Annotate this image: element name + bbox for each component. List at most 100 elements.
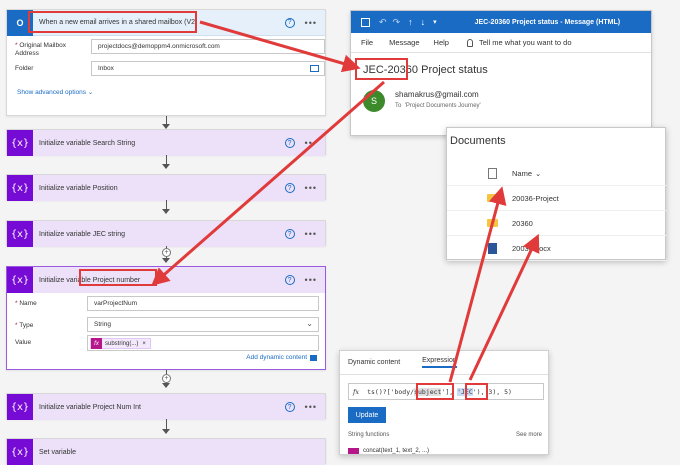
project-number-highlight-box: [79, 269, 157, 286]
step-title: Initialize variable Position: [39, 184, 118, 192]
step-title: Set variable: [39, 448, 76, 456]
up-arrow-icon[interactable]: ↑: [408, 17, 413, 27]
step-card-project-number[interactable]: {x} Initialize variable Project number ?…: [6, 266, 326, 370]
help-icon[interactable]: ?: [284, 138, 295, 148]
outlook-titlebar: ↶ ↷ ↑ ↓ ▾ JEC-20360 Project status - Mes…: [351, 11, 651, 33]
step-card-position[interactable]: {x} Initialize variable Position ? •••: [6, 174, 326, 201]
tell-me-input[interactable]: Tell me what you want to do: [479, 38, 572, 47]
undo-icon[interactable]: ↶: [379, 17, 387, 28]
type-select[interactable]: String ⌄: [87, 317, 319, 332]
menu-help[interactable]: Help: [434, 38, 449, 47]
menu-file[interactable]: File: [361, 38, 373, 47]
help-icon[interactable]: ?: [284, 402, 295, 412]
mailbox-input[interactable]: projectdocs@demoppm4.onmicrosoft.com: [91, 39, 325, 54]
word-document-icon: [488, 242, 497, 254]
more-options-icon[interactable]: •••: [305, 229, 317, 239]
folder-icon: [487, 219, 498, 227]
variable-icon: {x}: [7, 394, 33, 420]
close-icon[interactable]: ×: [142, 341, 146, 347]
step-card-project-num-int[interactable]: {x} Initialize variable Project Num Int …: [6, 393, 326, 420]
type-value: String: [94, 321, 111, 328]
down-arrow-icon[interactable]: ↓: [421, 17, 426, 27]
dynamic-content-panel: Dynamic content Expression fx ts()?['body…: [339, 350, 549, 455]
outlook-menu: File Message Help Tell me what you want …: [351, 33, 651, 53]
help-icon[interactable]: ?: [284, 275, 295, 285]
mailbox-label: * Original Mailbox Address: [15, 42, 66, 57]
step-title: Initialize variable Search String: [39, 139, 136, 147]
list-item[interactable]: concat(text_1, text_2, ...): [348, 448, 429, 454]
update-button[interactable]: Update: [348, 407, 386, 423]
jec-expression-highlight-box: [465, 383, 488, 400]
redo-icon[interactable]: ↷: [393, 17, 401, 28]
string-functions-header: String functions See more: [348, 432, 542, 438]
chevron-down-icon: ⌄: [535, 168, 542, 178]
documents-header-row: Name ⌄: [447, 161, 667, 186]
folder-icon: [487, 194, 498, 202]
folder-value: Inbox: [98, 65, 114, 72]
avatar: S: [363, 90, 385, 112]
see-more-link[interactable]: See more: [516, 432, 542, 438]
more-options-icon[interactable]: •••: [305, 18, 317, 28]
folder-input[interactable]: Inbox: [91, 61, 325, 76]
show-advanced-link[interactable]: Show advanced options ⌄: [17, 88, 93, 96]
add-dynamic-content-link[interactable]: Add dynamic content: [246, 354, 317, 361]
help-icon[interactable]: ?: [284, 183, 295, 193]
variable-icon: {x}: [7, 221, 33, 247]
step-title: Initialize variable JEC string: [39, 230, 125, 238]
help-icon[interactable]: ?: [284, 17, 295, 28]
save-icon[interactable]: [361, 17, 370, 27]
chevron-down-icon: ⌄: [87, 89, 94, 96]
type-row: * Type: [15, 322, 34, 329]
function-icon: [348, 448, 359, 454]
insert-step-button[interactable]: +: [162, 248, 171, 257]
list-item[interactable]: 20036.docx: [447, 236, 667, 261]
expression-token[interactable]: fx substring(...) ×: [90, 338, 151, 349]
customize-icon[interactable]: ▾: [433, 18, 437, 26]
step-card-jec-string[interactable]: {x} Initialize variable JEC string ? •••: [6, 220, 326, 247]
more-options-icon[interactable]: •••: [305, 402, 317, 412]
menu-message[interactable]: Message: [389, 38, 419, 47]
insert-step-button[interactable]: +: [162, 374, 171, 383]
step-title: Initialize variable Project number: [39, 276, 141, 284]
documents-window: Documents Name ⌄ 20036-Project 20360 200…: [446, 127, 667, 261]
subject-highlight-box: [355, 58, 408, 80]
file-type-icon: [488, 167, 497, 179]
connector-arrow: [162, 429, 170, 434]
connector-arrow: [162, 209, 170, 214]
variable-icon: {x}: [7, 130, 33, 156]
name-column-header[interactable]: Name: [512, 169, 532, 178]
value-row: Value: [15, 339, 85, 347]
variable-icon: {x}: [7, 267, 33, 293]
tab-expression[interactable]: Expression: [422, 357, 457, 368]
sender-address: shamakrus@gmail.com: [395, 90, 479, 99]
documents-title: Documents: [450, 135, 506, 147]
step-card-search-string[interactable]: {x} Initialize variable Search String ? …: [6, 129, 326, 156]
more-options-icon[interactable]: •••: [305, 138, 317, 148]
tab-dynamic-content[interactable]: Dynamic content: [348, 359, 400, 366]
more-options-icon[interactable]: •••: [305, 275, 317, 285]
dynamic-content-icon: [310, 354, 317, 361]
name-input[interactable]: varProjectNum: [87, 296, 319, 311]
subject-expression-highlight-box: [416, 383, 454, 400]
mailbox-row: * Original Mailbox Address: [15, 42, 85, 58]
more-options-icon[interactable]: •••: [305, 183, 317, 193]
step-title: Initialize variable Project Num Int: [39, 403, 141, 411]
step-card-set-variable[interactable]: {x} Set variable: [6, 438, 326, 465]
connector-arrow: [162, 383, 170, 388]
variable-icon: {x}: [7, 175, 33, 201]
list-item[interactable]: 20360: [447, 211, 667, 236]
window-title: JEC-20360 Project status - Message (HTML…: [474, 18, 621, 26]
type-label: Type: [19, 322, 34, 329]
name-label: Name: [19, 300, 37, 307]
help-icon[interactable]: ?: [284, 229, 295, 239]
chevron-down-icon: ⌄: [306, 319, 313, 328]
connector-arrow: [162, 258, 170, 263]
lightbulb-icon: [466, 38, 473, 47]
function-icon: fx: [353, 388, 360, 396]
function-icon: fx: [91, 338, 102, 349]
value-input[interactable]: fx substring(...) ×: [87, 335, 319, 351]
value-label: Value: [15, 339, 32, 346]
folder-picker-icon[interactable]: [310, 65, 319, 72]
name-row: * Name: [15, 300, 37, 307]
list-item[interactable]: 20036-Project: [447, 186, 667, 211]
